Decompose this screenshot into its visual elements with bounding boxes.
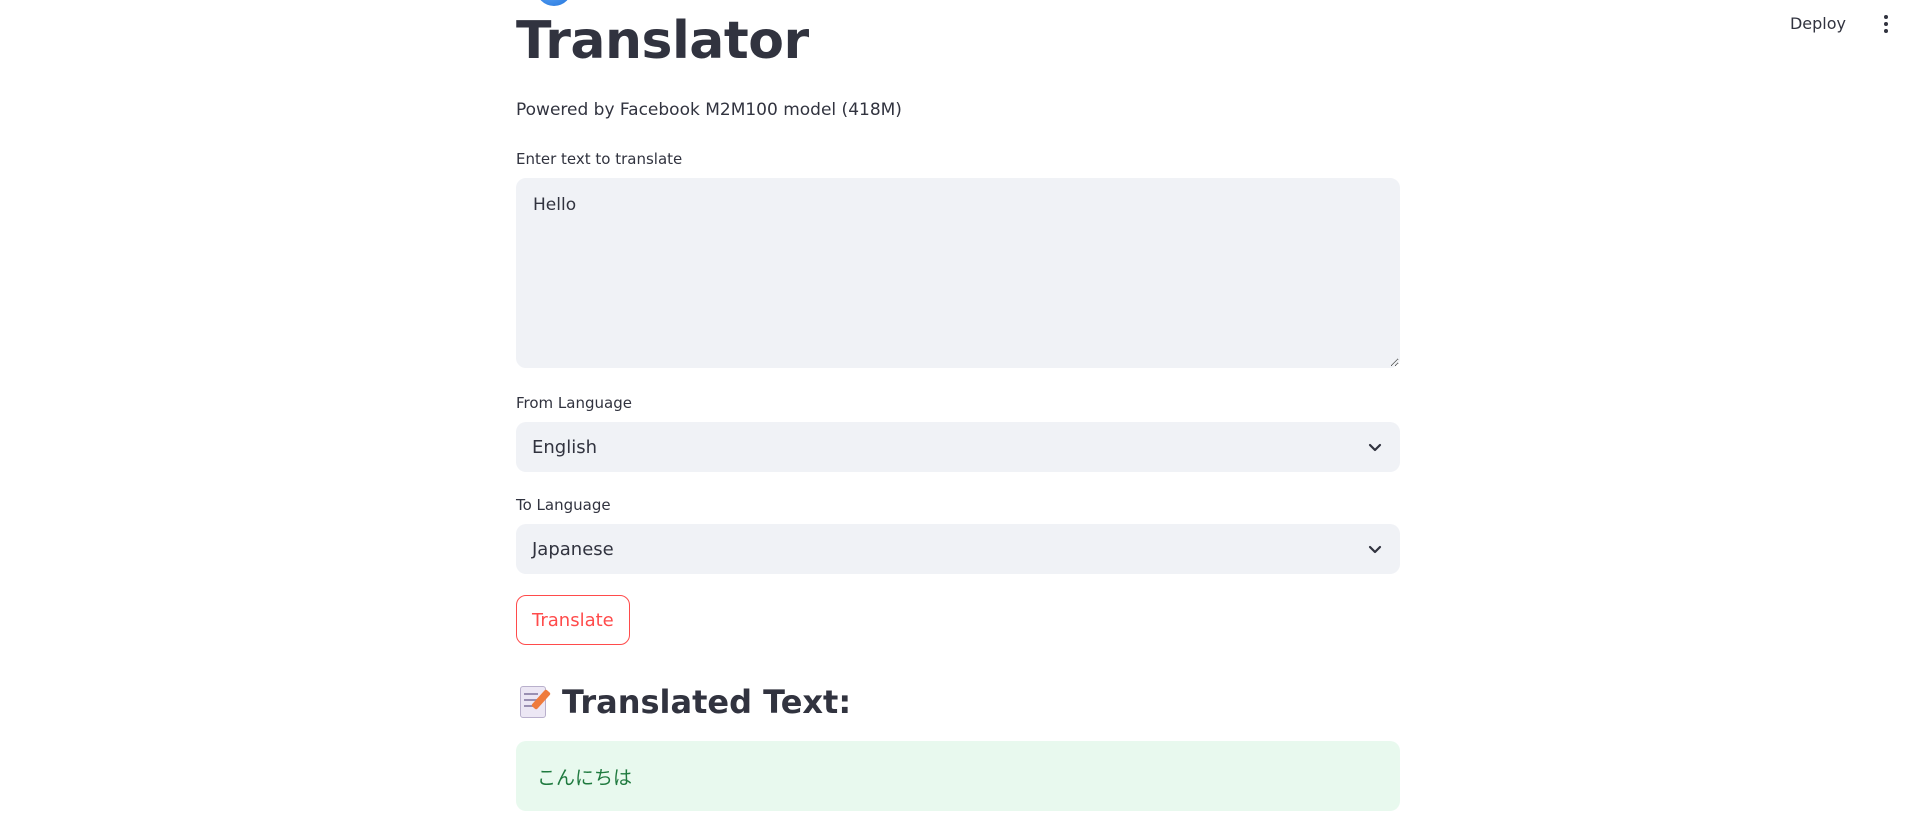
to-language-select[interactable]: Japanese bbox=[516, 524, 1400, 574]
chevron-down-icon bbox=[1366, 540, 1384, 558]
to-language-value: Japanese bbox=[532, 538, 614, 560]
globe-icon bbox=[536, 0, 572, 6]
from-language-select[interactable]: English bbox=[516, 422, 1400, 472]
from-language-value: English bbox=[532, 436, 597, 458]
title-container: Translator bbox=[516, 0, 1400, 80]
input-text-area[interactable]: Hello bbox=[516, 178, 1400, 368]
header-toolbar: Deploy bbox=[1778, 8, 1896, 39]
translate-button[interactable]: Translate bbox=[516, 595, 630, 645]
app-root: Deploy Translator Powered by Facebook M2… bbox=[0, 0, 1910, 840]
input-text-label: Enter text to translate bbox=[516, 150, 683, 168]
result-heading: Translated Text: bbox=[516, 683, 1400, 721]
chevron-down-icon bbox=[1366, 438, 1384, 456]
result-heading-label: Translated Text: bbox=[562, 683, 852, 721]
page-subtitle: Powered by Facebook M2M100 model (418M) bbox=[516, 100, 902, 120]
to-language-group: To Language Japanese bbox=[516, 496, 1400, 574]
deploy-button[interactable]: Deploy bbox=[1778, 8, 1858, 39]
page-title: Translator bbox=[516, 10, 809, 71]
to-language-label: To Language bbox=[516, 496, 611, 514]
more-vertical-icon[interactable] bbox=[1876, 10, 1896, 38]
from-language-group: From Language English bbox=[516, 394, 1400, 472]
from-language-label: From Language bbox=[516, 394, 632, 412]
translated-text-value: こんにちは bbox=[537, 766, 633, 789]
main-column: Translator Powered by Facebook M2M100 mo… bbox=[516, 0, 1400, 811]
translated-text-box: こんにちは bbox=[516, 741, 1400, 811]
input-text-group: Enter text to translate Hello bbox=[516, 150, 1400, 368]
memo-icon bbox=[516, 684, 551, 720]
